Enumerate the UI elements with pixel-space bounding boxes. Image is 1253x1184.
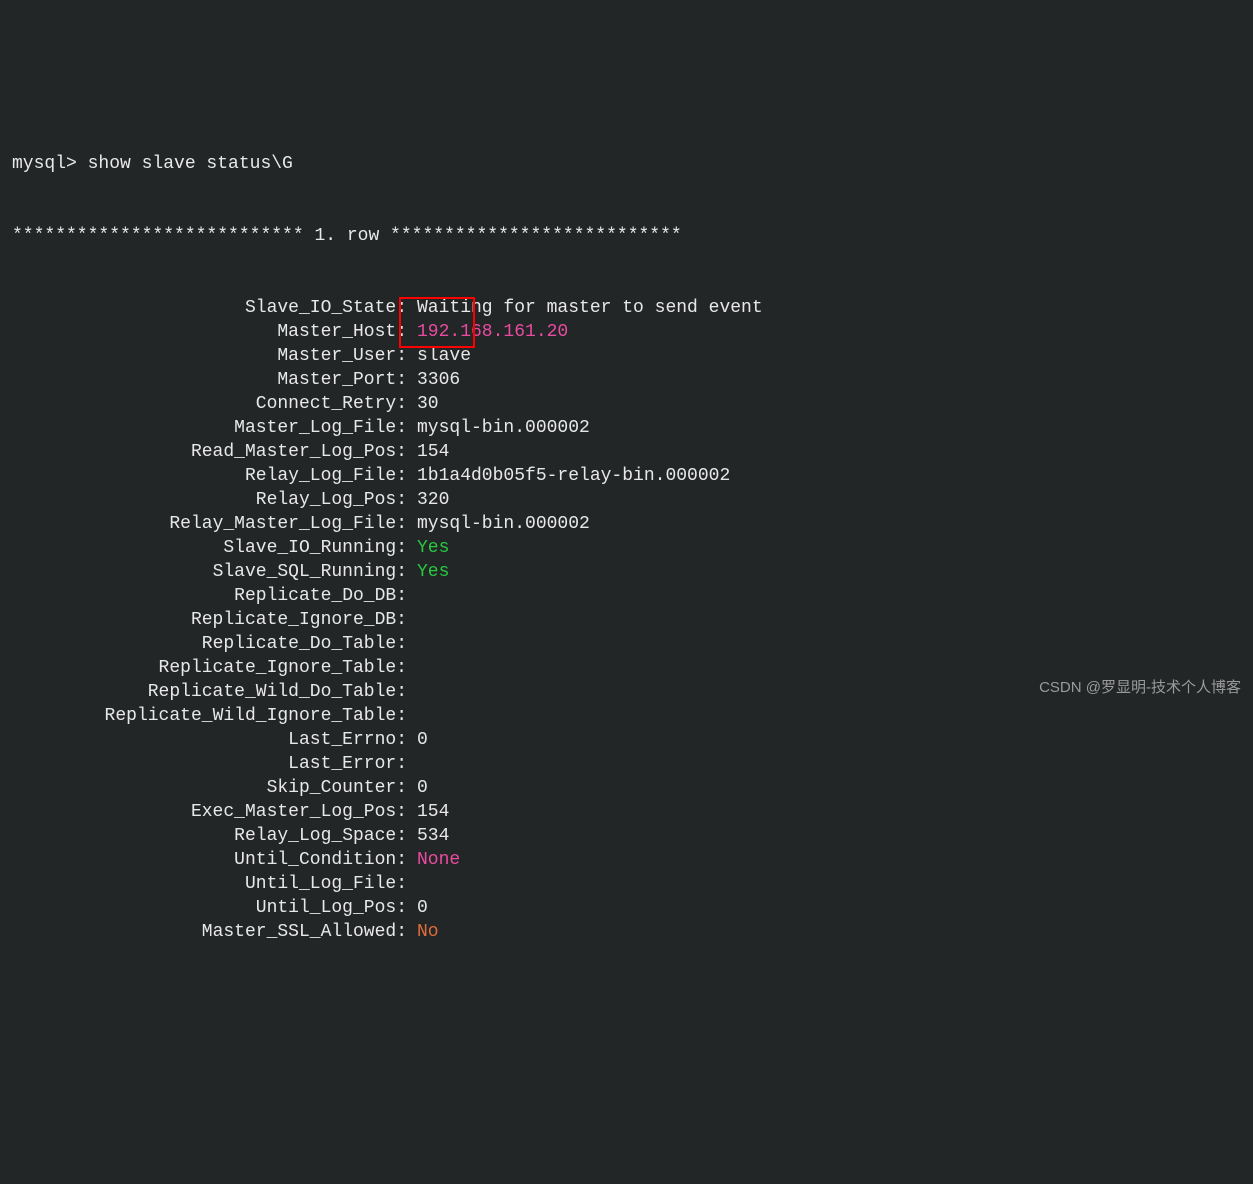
status-row: Skip_Counter:0 bbox=[12, 776, 1241, 800]
field-value: Yes bbox=[407, 560, 449, 584]
field-value: mysql-bin.000002 bbox=[407, 416, 590, 440]
field-label: Replicate_Do_Table: bbox=[12, 632, 407, 656]
field-label: Last_Errno: bbox=[12, 728, 407, 752]
field-value: 0 bbox=[407, 896, 428, 920]
field-value bbox=[407, 656, 417, 680]
field-label: Relay_Master_Log_File: bbox=[12, 512, 407, 536]
field-value: 192.168.161.20 bbox=[407, 320, 568, 344]
field-value: mysql-bin.000002 bbox=[407, 512, 590, 536]
status-row: Master_Host:192.168.161.20 bbox=[12, 320, 1241, 344]
row-separator: *************************** 1. row *****… bbox=[12, 224, 1241, 248]
field-label: Until_Condition: bbox=[12, 848, 407, 872]
watermark-text: CSDN @罗显明-技术个人博客 bbox=[1039, 676, 1241, 700]
status-row: Last_Errno:0 bbox=[12, 728, 1241, 752]
field-label: Replicate_Do_DB: bbox=[12, 584, 407, 608]
field-value bbox=[407, 872, 417, 896]
field-label: Relay_Log_Space: bbox=[12, 824, 407, 848]
status-row: Read_Master_Log_Pos:154 bbox=[12, 440, 1241, 464]
field-value: 0 bbox=[407, 776, 428, 800]
status-row: Exec_Master_Log_Pos:154 bbox=[12, 800, 1241, 824]
field-label: Last_Error: bbox=[12, 752, 407, 776]
field-label: Master_SSL_Allowed: bbox=[12, 920, 407, 944]
field-value bbox=[407, 680, 417, 704]
field-value: Waiting for master to send event bbox=[407, 296, 763, 320]
status-row: Master_Port:3306 bbox=[12, 368, 1241, 392]
field-label: Until_Log_Pos: bbox=[12, 896, 407, 920]
field-value: 30 bbox=[407, 392, 439, 416]
mysql-prompt: mysql> show slave status\G bbox=[12, 152, 1241, 176]
terminal-output: mysql> show slave status\G *************… bbox=[12, 104, 1241, 968]
field-label: Skip_Counter: bbox=[12, 776, 407, 800]
field-value: 320 bbox=[407, 488, 449, 512]
field-label: Slave_IO_Running: bbox=[12, 536, 407, 560]
status-row: Until_Log_File: bbox=[12, 872, 1241, 896]
field-value: slave bbox=[407, 344, 471, 368]
field-label: Replicate_Ignore_DB: bbox=[12, 608, 407, 632]
status-row: Slave_SQL_Running:Yes bbox=[12, 560, 1241, 584]
field-value: 1b1a4d0b05f5-relay-bin.000002 bbox=[407, 464, 730, 488]
status-row: Connect_Retry:30 bbox=[12, 392, 1241, 416]
field-value: 534 bbox=[407, 824, 449, 848]
field-label: Read_Master_Log_Pos: bbox=[12, 440, 407, 464]
status-row: Relay_Log_File:1b1a4d0b05f5-relay-bin.00… bbox=[12, 464, 1241, 488]
field-label: Slave_IO_State: bbox=[12, 296, 407, 320]
status-row: Relay_Master_Log_File:mysql-bin.000002 bbox=[12, 512, 1241, 536]
status-row: Replicate_Ignore_DB: bbox=[12, 608, 1241, 632]
field-label: Relay_Log_Pos: bbox=[12, 488, 407, 512]
field-label: Until_Log_File: bbox=[12, 872, 407, 896]
field-label: Slave_SQL_Running: bbox=[12, 560, 407, 584]
field-value: 154 bbox=[407, 440, 449, 464]
status-row: Relay_Log_Space:534 bbox=[12, 824, 1241, 848]
status-row: Until_Log_Pos:0 bbox=[12, 896, 1241, 920]
field-value: 154 bbox=[407, 800, 449, 824]
field-label: Connect_Retry: bbox=[12, 392, 407, 416]
status-row: Until_Condition:None bbox=[12, 848, 1241, 872]
status-row: Master_User:slave bbox=[12, 344, 1241, 368]
field-label: Master_User: bbox=[12, 344, 407, 368]
field-label: Replicate_Wild_Do_Table: bbox=[12, 680, 407, 704]
field-label: Relay_Log_File: bbox=[12, 464, 407, 488]
field-value: Yes bbox=[407, 536, 449, 560]
field-label: Master_Log_File: bbox=[12, 416, 407, 440]
status-row: Slave_IO_Running:Yes bbox=[12, 536, 1241, 560]
field-label: Replicate_Ignore_Table: bbox=[12, 656, 407, 680]
field-value: None bbox=[407, 848, 460, 872]
status-row: Replicate_Do_DB: bbox=[12, 584, 1241, 608]
status-row: Slave_IO_State:Waiting for master to sen… bbox=[12, 296, 1241, 320]
field-value bbox=[407, 584, 417, 608]
field-value: No bbox=[407, 920, 439, 944]
field-value bbox=[407, 608, 417, 632]
status-row: Master_SSL_Allowed:No bbox=[12, 920, 1241, 944]
field-value: 0 bbox=[407, 728, 428, 752]
field-value: 3306 bbox=[407, 368, 460, 392]
field-value bbox=[407, 632, 417, 656]
status-row: Last_Error: bbox=[12, 752, 1241, 776]
field-value bbox=[407, 752, 417, 776]
status-row: Master_Log_File:mysql-bin.000002 bbox=[12, 416, 1241, 440]
status-row: Replicate_Do_Table: bbox=[12, 632, 1241, 656]
status-row: Relay_Log_Pos:320 bbox=[12, 488, 1241, 512]
field-label: Exec_Master_Log_Pos: bbox=[12, 800, 407, 824]
status-fields: Slave_IO_State:Waiting for master to sen… bbox=[12, 296, 1241, 944]
field-label: Master_Host: bbox=[12, 320, 407, 344]
field-label: Master_Port: bbox=[12, 368, 407, 392]
